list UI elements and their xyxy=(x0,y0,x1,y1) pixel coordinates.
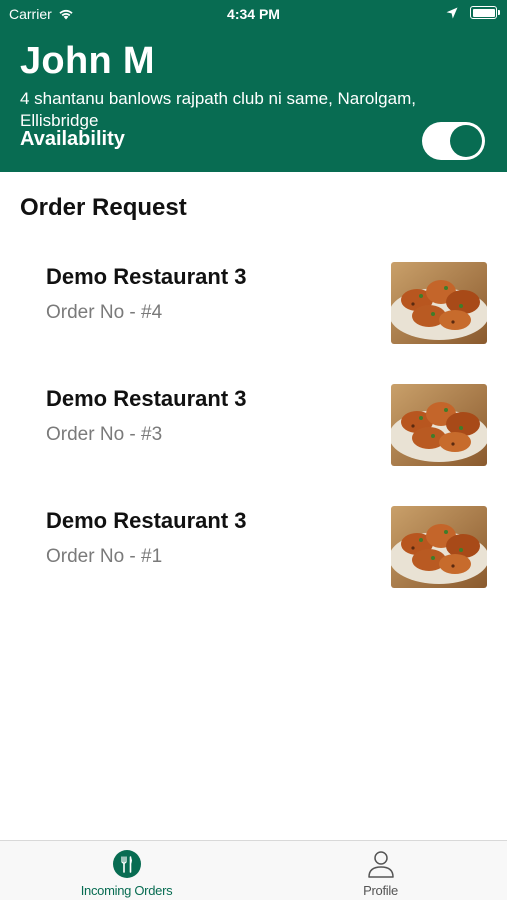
status-bar: Carrier 4:34 PM xyxy=(0,0,507,28)
order-number: Order No - #1 xyxy=(46,546,163,567)
header: Carrier 4:34 PM John M 4 shantanu banlow… xyxy=(0,0,507,172)
clock: 4:34 PM xyxy=(227,6,280,22)
tab-incoming-orders[interactable]: Incoming Orders xyxy=(0,841,253,900)
battery-icon xyxy=(470,6,500,19)
order-number: Order No - #4 xyxy=(46,302,163,323)
order-list: Demo Restaurant 3 Order No - #4 Demo Res… xyxy=(0,240,507,606)
restaurant-name: Demo Restaurant 3 xyxy=(46,386,247,411)
order-number: Order No - #3 xyxy=(46,424,163,445)
app-screen: Carrier 4:34 PM John M 4 shantanu banlow… xyxy=(0,0,507,900)
grilled-chicken-image xyxy=(391,262,487,344)
availability-toggle[interactable] xyxy=(422,122,485,160)
person-icon xyxy=(367,851,394,878)
grilled-chicken-image xyxy=(391,384,487,466)
tab-bar: Incoming Orders Profile xyxy=(0,840,507,900)
availability-label: Availability xyxy=(20,128,125,150)
tab-profile[interactable]: Profile xyxy=(254,841,507,900)
section-title: Order Request xyxy=(20,194,187,221)
user-address: 4 shantanu banlows rajpath club ni same,… xyxy=(20,89,416,130)
order-item[interactable]: Demo Restaurant 3 Order No - #1 xyxy=(0,484,507,606)
order-item[interactable]: Demo Restaurant 3 Order No - #4 xyxy=(0,240,507,362)
restaurant-name: Demo Restaurant 3 xyxy=(46,508,247,533)
tab-label: Profile xyxy=(363,883,398,898)
tab-label: Incoming Orders xyxy=(80,883,173,898)
toggle-knob xyxy=(450,125,482,157)
status-right xyxy=(446,6,500,19)
grilled-chicken-image xyxy=(391,506,487,588)
restaurant-name: Demo Restaurant 3 xyxy=(46,264,247,289)
fork-knife-icon xyxy=(112,850,141,878)
order-item[interactable]: Demo Restaurant 3 Order No - #3 xyxy=(0,362,507,484)
user-name: John M xyxy=(20,40,155,82)
location-arrow-icon xyxy=(446,7,458,18)
